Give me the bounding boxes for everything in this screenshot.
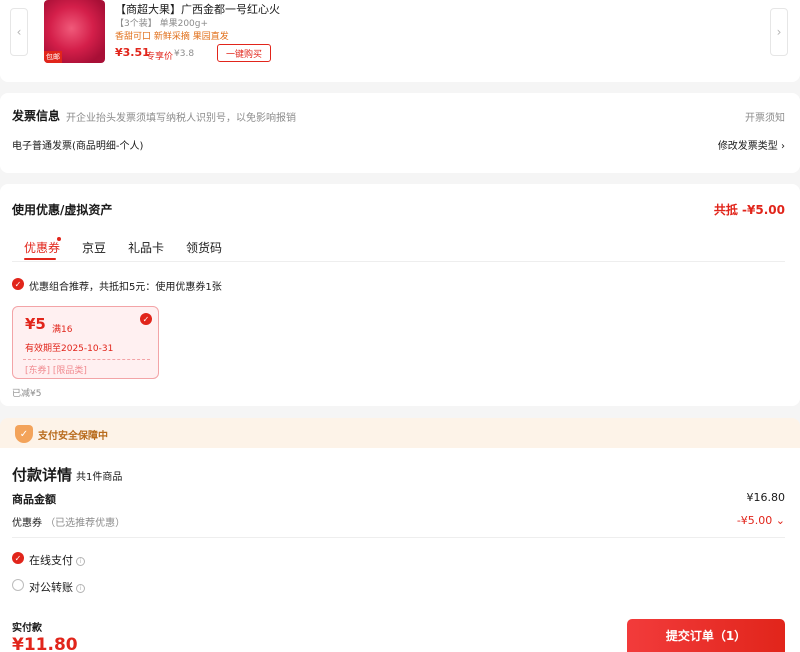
tab-gift-card[interactable]: 礼品卡 (128, 239, 164, 256)
original-price: ¥3.8 (174, 49, 195, 59)
item-count: 共1件商品 (76, 472, 123, 483)
coupon-row-value-toggle[interactable]: -¥5.00 ⌄ (737, 514, 785, 527)
security-text: 支付安全保障中 (38, 431, 108, 442)
one-click-buy-button[interactable]: 一键购买 (217, 44, 271, 62)
coupon-item[interactable]: ¥5 满16 有效期至2025-10-31 [东券] [限品类] ✓ (12, 306, 159, 379)
product-card: ‹ 包邮 【商超大果】广西金都一号红心火 【3个装】 单果200g+ 香甜可口 … (0, 0, 800, 82)
tab-coupons[interactable]: 优惠券 (24, 239, 60, 256)
invoice-hint: 开企业抬头发票须填写纳税人识别号，以免影响报销 (66, 113, 296, 124)
radio-corporate-transfer[interactable] (12, 579, 24, 591)
product-tags: 香甜可口 新鲜采摘 果园直发 (115, 32, 229, 42)
prev-arrow-button[interactable]: ‹ (10, 8, 28, 56)
next-arrow-button[interactable]: › (770, 8, 788, 56)
actual-pay-amount: ¥11.80 (12, 635, 78, 652)
tab-pickup-code[interactable]: 领货码 (186, 239, 222, 256)
spec-count: 【3个装】 (115, 19, 157, 29)
modify-invoice-link[interactable]: 修改发票类型 › (718, 137, 785, 152)
shield-icon: ✓ (15, 425, 33, 443)
reduced-text: 已减¥5 (12, 389, 42, 399)
payment-card: 付款详情 共1件商品 商品金额 ¥16.80 优惠券 （已选推荐优惠） -¥5.… (0, 448, 800, 652)
goods-amount-value: ¥16.80 (746, 491, 786, 504)
coupon-divider (23, 359, 150, 360)
coupon-row-note: （已选推荐优惠） (45, 518, 126, 529)
submit-order-button[interactable]: 提交订单（1） (627, 619, 785, 652)
chevron-right-icon: › (781, 141, 785, 152)
coupon-expiry: 有效期至2025-10-31 (25, 344, 114, 354)
security-banner: ✓ 支付安全保障中 (0, 418, 800, 448)
goods-amount-label: 商品金额 (12, 493, 56, 506)
chevron-right-icon: › (776, 25, 782, 39)
vip-label: 专享价 (146, 52, 174, 62)
coupon-row: 优惠券 （已选推荐优惠） (12, 514, 125, 529)
product-price: ¥3.51 (115, 46, 150, 59)
chevron-down-icon: ⌄ (775, 514, 785, 527)
modify-invoice-label: 修改发票类型 (717, 141, 778, 152)
divider (12, 537, 785, 538)
invoice-type: 电子普通发票(商品明细-个人) (12, 141, 144, 152)
info-icon[interactable]: i (76, 557, 85, 566)
thumb-tag: 包邮 (44, 51, 62, 63)
tab-jingdou[interactable]: 京豆 (82, 239, 106, 256)
radio-online-pay[interactable]: ✓ (12, 552, 24, 564)
chevron-left-icon: ‹ (16, 25, 22, 39)
invoice-title: 发票信息 (12, 109, 61, 123)
info-icon[interactable]: i (76, 584, 85, 593)
invoice-card: 发票信息 开企业抬头发票须填写纳税人识别号，以免影响报销 开票须知 电子普通发票… (0, 93, 800, 173)
coupon-tags: [东券] [限品类] (25, 366, 87, 376)
coupon-row-label: 优惠券 (12, 518, 42, 529)
coupon-row-value: -¥5.00 (736, 514, 773, 527)
tab-divider (12, 261, 785, 262)
tab-notification-dot (57, 237, 61, 241)
check-icon: ✓ (12, 278, 24, 290)
online-pay-option[interactable]: 在线支付 i (29, 552, 85, 568)
active-tab-indicator (24, 258, 56, 260)
actual-pay-label: 实付款 (12, 623, 42, 634)
coupon-amount: ¥5 (25, 315, 46, 333)
product-thumbnail[interactable]: 包邮 (44, 0, 105, 63)
invoice-notice-link[interactable]: 开票须知 (745, 109, 785, 124)
total-discount: 共抵 -¥5.00 (713, 203, 785, 217)
product-title[interactable]: 【商超大果】广西金都一号红心火 (115, 1, 280, 17)
corporate-transfer-label: 对公转账 (29, 581, 73, 594)
coupon-condition: 满16 (52, 325, 73, 335)
corporate-transfer-option[interactable]: 对公转账 i (29, 579, 85, 595)
online-pay-label: 在线支付 (29, 554, 73, 567)
payment-title: 付款详情 (12, 466, 73, 484)
coupon-selected-icon: ✓ (140, 313, 152, 325)
recommend-text: 优惠组合推荐，共抵扣5元：使用优惠券1张 (29, 282, 222, 293)
spec-weight: 单果200g+ (159, 19, 209, 29)
coupon-section-title: 使用优惠/虚拟资产 (12, 203, 113, 217)
product-spec: 【3个装】 单果200g+ (115, 16, 208, 29)
coupon-card: 使用优惠/虚拟资产 共抵 -¥5.00 优惠券 京豆 礼品卡 领货码 ✓ 优惠组… (0, 184, 800, 406)
